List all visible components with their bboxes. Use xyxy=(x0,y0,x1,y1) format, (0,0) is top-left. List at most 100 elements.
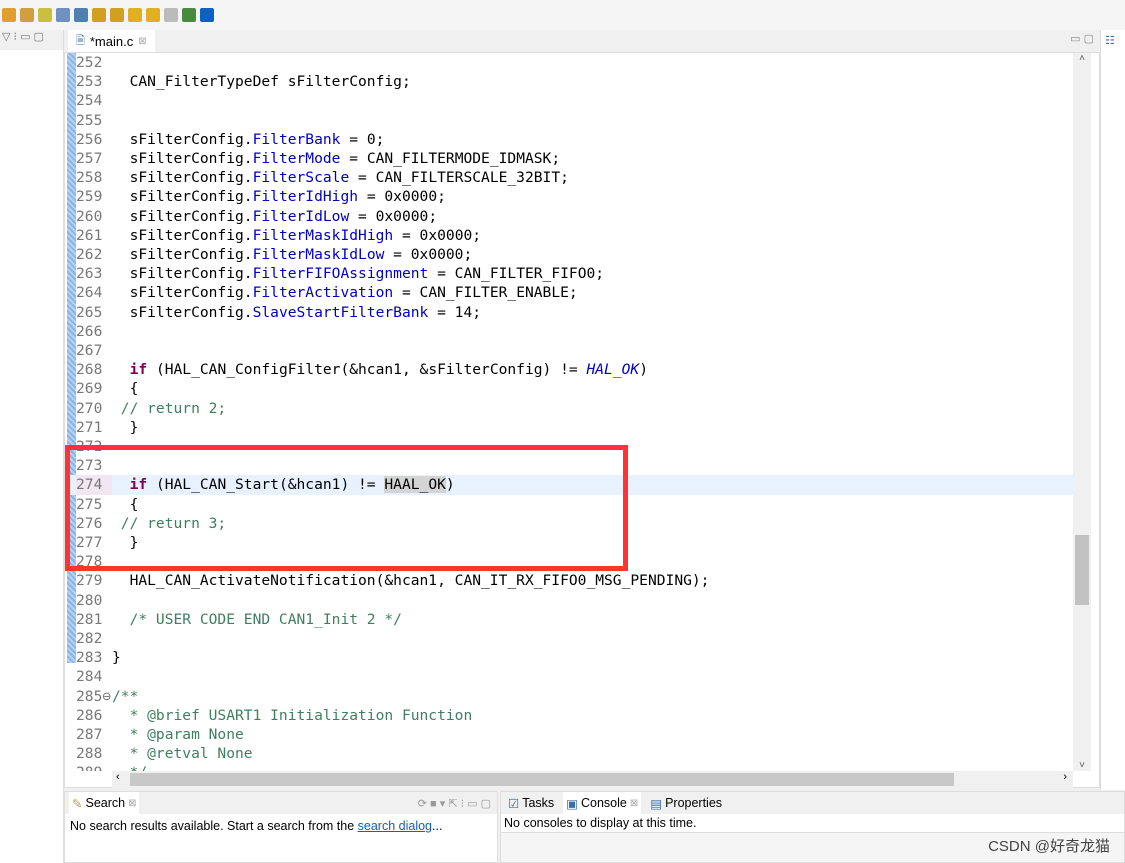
code-line[interactable]: 284 xyxy=(65,667,1073,686)
watermark: CSDN @好奇龙猫 xyxy=(988,838,1110,855)
line-number: 280 xyxy=(76,591,103,609)
line-number: 285⊖ xyxy=(76,687,112,705)
line-number: 284 xyxy=(76,668,103,686)
editor-minmax-buttons[interactable]: ▭ ▢ xyxy=(1070,32,1094,45)
outline-icon[interactable]: ☷ xyxy=(1101,30,1125,51)
code-line[interactable]: 283} xyxy=(65,648,1073,667)
code-token: /** xyxy=(112,687,139,705)
code-token: } xyxy=(112,418,139,436)
forward-icon[interactable] xyxy=(164,8,178,22)
close-icon[interactable]: ⊠ xyxy=(128,798,136,809)
code-line[interactable]: 267 xyxy=(65,341,1073,360)
code-token: sFilterConfig. xyxy=(112,130,253,148)
close-icon[interactable]: ⊠ xyxy=(630,798,638,809)
next-annotation-icon[interactable] xyxy=(92,8,106,22)
search-view-toolbar[interactable]: ⟳ ■ ▾ ⇱ ⁝ ▭ ▢ xyxy=(418,797,491,810)
code-editor[interactable]: 252 253 CAN_FilterTypeDef sFilterConfig; 2… xyxy=(64,52,1100,788)
close-icon[interactable]: ⊠ xyxy=(138,36,146,47)
code-token: if xyxy=(129,361,148,379)
code-line[interactable]: 264 sFilterConfig.FilterActivation = CAN… xyxy=(65,283,1073,302)
line-number: 256 xyxy=(76,130,103,148)
code-text: sFilterConfig.SlaveStartFilterBank = 14; xyxy=(112,303,481,322)
line-number: 265 xyxy=(76,303,103,321)
line-number: 288 xyxy=(76,745,103,763)
code-line[interactable]: 259 sFilterConfig.FilterIdHigh = 0x0000; xyxy=(65,187,1073,206)
code-text: sFilterConfig.FilterMaskIdLow = 0x0000; xyxy=(112,245,473,264)
code-line[interactable]: 258 sFilterConfig.FilterScale = CAN_FILT… xyxy=(65,168,1073,187)
mark-occurrences-icon[interactable] xyxy=(38,8,52,22)
code-token: SlaveStartFilterBank xyxy=(252,303,429,321)
tab-search[interactable]: ✎ Search ⊠ xyxy=(69,792,140,814)
code-line[interactable]: 281 /* USER CODE END CAN1_Init 2 */ xyxy=(65,610,1073,629)
code-token: FilterScale xyxy=(252,169,350,187)
vertical-scroll-thumb[interactable] xyxy=(1075,535,1089,605)
code-text: /** xyxy=(112,687,138,706)
horizontal-scroll-thumb[interactable] xyxy=(130,773,954,786)
code-line[interactable]: 256 sFilterConfig.FilterBank = 0; xyxy=(65,130,1073,149)
code-line[interactable]: 263 sFilterConfig.FilterFIFOAssignment =… xyxy=(65,264,1073,283)
code-lines[interactable]: 252 253 CAN_FilterTypeDef sFilterConfig; 2… xyxy=(65,53,1073,771)
code-line[interactable]: 268 if (HAL_CAN_ConfigFilter(&hcan1, &sF… xyxy=(65,360,1073,379)
code-token: = CAN_FILTER_ENABLE; xyxy=(393,284,578,302)
tab-main-c[interactable]: 🗎 *main.c ⊠ xyxy=(68,30,155,52)
code-line[interactable]: 262 sFilterConfig.FilterMaskIdLow = 0x00… xyxy=(65,245,1073,264)
line-number: 255 xyxy=(76,111,103,129)
horizontal-scrollbar[interactable]: ‹ › xyxy=(112,771,1073,788)
code-line[interactable]: 255 xyxy=(65,111,1073,130)
show-whitespace-icon[interactable] xyxy=(74,8,88,22)
code-token: sFilterConfig. xyxy=(112,150,253,167)
code-text: } xyxy=(112,648,121,667)
console-message: No consoles to display at this time. xyxy=(501,814,1124,833)
code-line[interactable]: 260 sFilterConfig.FilterIdLow = 0x0000; xyxy=(65,207,1073,226)
tab-tasks[interactable]: ☑ Tasks xyxy=(505,792,557,814)
toggle-block-icon[interactable] xyxy=(56,8,70,22)
code-text: if (HAL_CAN_ConfigFilter(&hcan1, &sFilte… xyxy=(112,360,648,379)
code-line[interactable]: 266 xyxy=(65,322,1073,341)
code-line[interactable]: 271 } xyxy=(65,418,1073,437)
info-icon[interactable] xyxy=(200,8,214,22)
console-panel: ☑ Tasks ▣ Console ⊠ ▤ Properties No consoles… xyxy=(500,791,1125,863)
tab-properties[interactable]: ▤ Properties xyxy=(647,792,725,814)
prev-annotation-icon[interactable] xyxy=(110,8,124,22)
tab-console[interactable]: ▣ Console ⊠ xyxy=(563,792,642,814)
vertical-scrollbar[interactable]: ˄ ˅ xyxy=(1073,53,1091,771)
code-line[interactable]: 279 HAL_CAN_ActivateNotification(&hcan1,… xyxy=(65,571,1073,590)
code-line[interactable]: 280 xyxy=(65,591,1073,610)
code-line[interactable]: 265 sFilterConfig.SlaveStartFilterBank =… xyxy=(65,303,1073,322)
code-line[interactable]: 286 * @brief USART1 Initialization Funct… xyxy=(65,706,1073,725)
code-line[interactable]: 287 * @param None xyxy=(65,725,1073,744)
last-edit-icon[interactable] xyxy=(128,8,142,22)
search-dialog-link[interactable]: search dialog xyxy=(358,819,432,833)
code-text: sFilterConfig.FilterFIFOAssignment = CAN… xyxy=(112,264,605,283)
open-folder-icon[interactable] xyxy=(2,8,16,22)
external-icon[interactable] xyxy=(182,8,196,22)
code-line[interactable]: 257 sFilterConfig.FilterMode = CAN_FILTE… xyxy=(65,149,1073,168)
code-line[interactable]: 254 xyxy=(65,91,1073,110)
c-file-icon: 🗎 xyxy=(76,34,85,47)
code-line[interactable]: 270 // return 2; xyxy=(65,399,1073,418)
code-line[interactable]: 282 xyxy=(65,629,1073,648)
code-line[interactable]: 269 { xyxy=(65,379,1073,398)
line-number: 253 xyxy=(76,73,103,91)
left-view-header: ▽ ⁝ ▭ ▢ xyxy=(0,30,63,50)
highlight-box xyxy=(65,445,628,571)
code-token: FilterActivation xyxy=(252,284,394,302)
line-number: 263 xyxy=(76,265,103,283)
code-line[interactable]: 288 * @retval None xyxy=(65,744,1073,763)
line-number: 289 xyxy=(76,763,112,771)
code-line[interactable]: 289 */ xyxy=(65,763,1073,771)
line-number: 266 xyxy=(76,322,103,340)
line-number: 264 xyxy=(76,284,103,302)
code-line[interactable]: 252 xyxy=(65,53,1073,72)
tasks-icon: ☑ xyxy=(508,796,520,811)
code-line[interactable]: 285⊖/** xyxy=(65,687,1073,706)
search-panel: ✎ Search ⊠ ⟳ ■ ▾ ⇱ ⁝ ▭ ▢ No search resul… xyxy=(64,791,498,863)
search-icon[interactable] xyxy=(20,8,34,22)
code-text: sFilterConfig.FilterActivation = CAN_FIL… xyxy=(112,283,578,302)
code-text: */ xyxy=(112,763,148,771)
code-line[interactable]: 253 CAN_FilterTypeDef sFilterConfig; xyxy=(65,72,1073,91)
line-number: 261 xyxy=(76,226,103,244)
line-number: 281 xyxy=(76,610,103,628)
code-line[interactable]: 261 sFilterConfig.FilterMaskIdHigh = 0x0… xyxy=(65,226,1073,245)
back-icon[interactable] xyxy=(146,8,160,22)
